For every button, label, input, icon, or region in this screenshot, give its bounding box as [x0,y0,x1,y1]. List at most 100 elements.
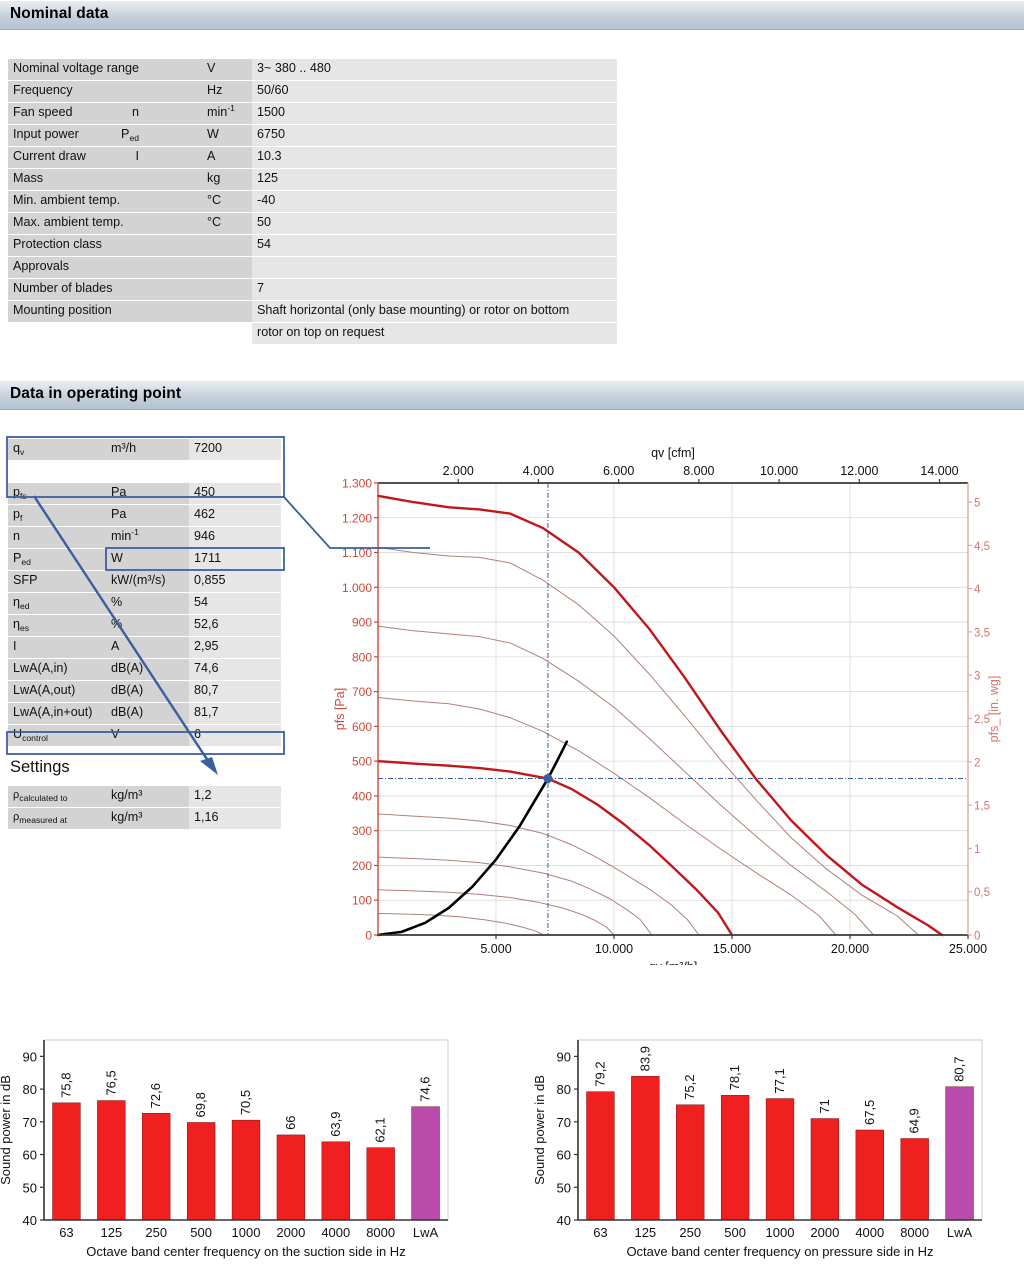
ytick-label: 70 [557,1115,571,1130]
table-row: rotor on top on request [8,323,618,344]
ytick-label: 60 [557,1148,571,1163]
ytick-label-right: 1 [974,844,980,856]
nominal-row-value: 10.3 [252,147,618,168]
bar-value-label: 74,6 [418,1076,433,1101]
bar-value-label: 77,1 [772,1068,787,1093]
bar-8000 [366,1147,395,1221]
section-header-nominal-data: Nominal data [0,0,1024,30]
operating-row-symbol: n [8,527,106,548]
ytick-label: 90 [23,1049,37,1064]
bar-category-label: 250 [145,1225,167,1240]
operating-row-unit: m³/h [106,439,189,460]
ytick-label-left: 1.200 [342,511,372,525]
nominal-row-label: Max. ambient temp. [8,213,203,234]
ytick-label-left: 1.100 [342,546,372,560]
suction-side-sound-power-chart: 40 50 60 70 80 90 75,8 63 76,5 125 72,6 250 69,8 500 7… [0,1022,466,1262]
operating-row-symbol: ηes [8,615,106,636]
ytick-label: 80 [23,1082,37,1097]
ytick-label-right: 3,5 [974,627,990,639]
nominal-row-unit: V [202,59,253,80]
xtick-label-top: 6.000 [603,464,634,478]
settings-row-symbol: ρmeasured at [8,808,106,829]
table-row: Current draw I A 10.3 [8,147,618,168]
xaxis-title-bottom: qv [m³/h] [649,960,698,965]
fan-performance-chart-svg: 0 100 200 300 400 500 600 700 800 900 1.000 1.100 1.… [333,446,1001,974]
bar-LwA [945,1086,974,1221]
settings-row-value: 1,16 [189,808,281,829]
nominal-row-label: Frequency [8,81,203,102]
operating-row-symbol: LᴡA(A,in) [8,659,106,680]
operating-point-marker [543,773,553,784]
table-row: ηed% 54 [8,593,281,614]
operating-row-value: 80,7 [189,681,281,702]
bar-8000 [900,1138,929,1221]
bar-value-label: 75,8 [58,1073,73,1098]
bar-category-label: 2000 [810,1225,839,1240]
table-row: LᴡA(A,in+out) dB(A) 81,7 [8,703,281,724]
bar-value-label: 70,5 [238,1090,253,1115]
nominal-row-label [8,323,202,344]
operating-row-value: 1711 [189,549,281,570]
settings-table: ρcalculated to kg/m³ 1,2 ρmeasured at kg/m³ 1… [8,785,281,830]
operating-row-symbol: I [8,637,106,658]
operating-row-symbol: SFP [8,571,106,592]
operating-row-value: 946 [189,527,281,548]
bar-category-label: 125 [634,1225,656,1240]
operating-row-unit: % [106,593,189,614]
operating-row-value: 0,855 [189,571,281,592]
settings-heading: Settings [10,758,70,776]
operating-row-value: 6 [189,725,281,746]
ytick-label: 70 [23,1115,37,1130]
nominal-row-unit [202,301,253,322]
bar-value-label: 83,9 [637,1046,652,1071]
section-title-operating-point: Data in operating point [10,385,182,402]
table-row: I A 2,95 [8,637,281,658]
bar-category-label: 63 [59,1225,73,1240]
table-row: ηes% 52,6 [8,615,281,636]
suction-side-chart-svg: 40 50 60 70 80 90 75,8 63 76,5 125 72,6 250 69,8 500 7… [0,1039,449,1259]
nominal-row-label: Nominal voltage range [8,59,203,80]
bar-value-label: 76,5 [103,1070,118,1095]
operating-row-unit: W [106,549,189,570]
bar-category-label: 1000 [766,1225,795,1240]
bar-category-label: 63 [593,1225,607,1240]
operating-row-symbol: pf [8,505,106,526]
table-row: LᴡA(A,out) dB(A) 80,7 [8,681,281,702]
nominal-row-label: Current draw I [8,147,203,168]
ytick-label: 80 [557,1082,571,1097]
table-row: qv m³/h 7200 [8,439,281,460]
settings-row-unit: kg/m³ [106,808,189,829]
bar-category-label: 250 [679,1225,701,1240]
ytick-label-right: 1,5 [974,801,990,813]
table-row: Input power Ped W 6750 [8,125,618,146]
table-row: Nominal voltage range V 3~ 380 .. 480 [8,59,618,80]
nominal-row-unit [202,323,252,344]
bar-category-label: 500 [724,1225,746,1240]
bar-LwA [411,1106,440,1221]
nominal-row-value: -40 [252,191,618,212]
nominal-row-value: 3~ 380 .. 480 [252,59,618,80]
nominal-row-unit [202,257,253,278]
xtick-label-top: 8.000 [683,464,714,478]
operating-row-symbol: pfs [8,483,106,504]
yaxis-title-right: pfs_ [in. wg] [987,676,1001,743]
table-row [8,461,281,482]
table-row: Min. ambient temp. °C -40 [8,191,618,212]
ytick-label-right: 5 [974,498,980,510]
ytick-label-left: 300 [352,824,372,838]
bar-250 [676,1104,705,1221]
operating-row-symbol: ηed [8,593,106,614]
nominal-row-unit [202,279,253,300]
operating-row-value: 74,6 [189,659,281,680]
bar-250 [142,1113,171,1221]
bar-1000 [765,1098,795,1221]
table-row: Mass kg 125 [8,169,618,190]
xtick-label-bottom: 15.000 [713,942,751,956]
ytick-label-left: 900 [352,616,372,630]
table-row: Approvals [8,257,618,278]
bar-63 [586,1091,615,1221]
ytick-label-left: 1.000 [342,581,372,595]
operating-row-symbol: LᴡA(A,in+out) [8,703,106,724]
bar-1000 [231,1119,261,1221]
nominal-row-value: 54 [252,235,618,256]
